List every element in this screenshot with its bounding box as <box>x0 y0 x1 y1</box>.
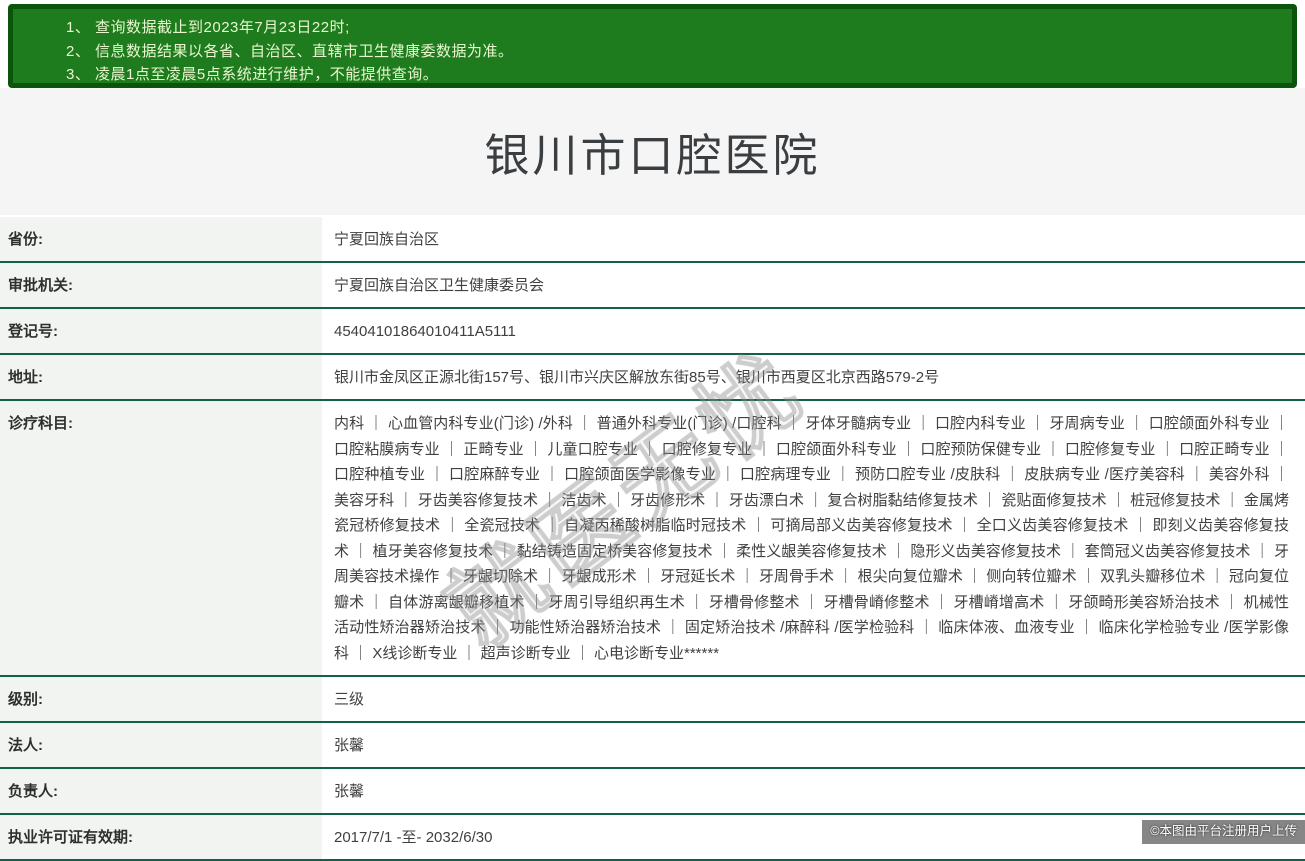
field-value-approval-authority: 宁夏回族自治区卫生健康委员会 <box>322 263 1305 307</box>
table-row-level: 级别: 三级 <box>0 677 1305 723</box>
field-label-registration-number: 登记号: <box>0 309 322 353</box>
table-row-province: 省份: 宁夏回族自治区 <box>0 217 1305 263</box>
field-label-approval-authority: 审批机关: <box>0 263 322 307</box>
field-value-legal-person: 张馨 <box>322 723 1305 767</box>
notice-line-1: 1、 查询数据截止到2023年7月23日22时; <box>66 16 1282 40</box>
page-header: 银川市口腔医院 <box>0 88 1305 215</box>
field-label-license-validity: 执业许可证有效期: <box>0 815 322 859</box>
field-value-registration-number: 45404101864010411A5111 <box>322 309 1305 353</box>
field-value-medical-subjects: 内科 ｜ 心血管内科专业(门诊) /外科 ｜ 普通外科专业(门诊) /口腔科 ｜… <box>322 401 1305 675</box>
field-value-province: 宁夏回族自治区 <box>322 217 1305 261</box>
table-row-license-validity: 执业许可证有效期: 2017/7/1 -至- 2032/6/30 <box>0 815 1305 861</box>
notice-banner: 1、 查询数据截止到2023年7月23日22时; 2、 信息数据结果以各省、自治… <box>8 4 1297 88</box>
table-row-person-in-charge: 负责人: 张馨 <box>0 769 1305 815</box>
table-row-approval-authority: 审批机关: 宁夏回族自治区卫生健康委员会 <box>0 263 1305 309</box>
notice-line-3: 3、 凌晨1点至凌晨5点系统进行维护，不能提供查询。 <box>66 63 1282 87</box>
table-row-address: 地址: 银川市金凤区正源北街157号、银川市兴庆区解放东街85号、银川市西夏区北… <box>0 355 1305 401</box>
field-label-medical-subjects: 诊疗科目: <box>0 401 322 675</box>
field-label-province: 省份: <box>0 217 322 261</box>
field-label-address: 地址: <box>0 355 322 399</box>
hospital-name-title: 银川市口腔医院 <box>484 119 820 184</box>
upload-attribution-badge: ©本图由平台注册用户上传 <box>1142 820 1305 844</box>
field-value-address: 银川市金凤区正源北街157号、银川市兴庆区解放东街85号、银川市西夏区北京西路5… <box>322 355 1305 399</box>
table-row-medical-subjects: 诊疗科目: 内科 ｜ 心血管内科专业(门诊) /外科 ｜ 普通外科专业(门诊) … <box>0 401 1305 677</box>
table-row-legal-person: 法人: 张馨 <box>0 723 1305 769</box>
notice-line-2: 2、 信息数据结果以各省、自治区、直辖市卫生健康委数据为准。 <box>66 40 1282 64</box>
field-label-legal-person: 法人: <box>0 723 322 767</box>
hospital-info-table: 省份: 宁夏回族自治区 审批机关: 宁夏回族自治区卫生健康委员会 登记号: 45… <box>0 217 1305 861</box>
field-label-person-in-charge: 负责人: <box>0 769 322 813</box>
field-value-person-in-charge: 张馨 <box>322 769 1305 813</box>
field-label-level: 级别: <box>0 677 322 721</box>
table-row-registration-number: 登记号: 45404101864010411A5111 <box>0 309 1305 355</box>
field-value-level: 三级 <box>322 677 1305 721</box>
